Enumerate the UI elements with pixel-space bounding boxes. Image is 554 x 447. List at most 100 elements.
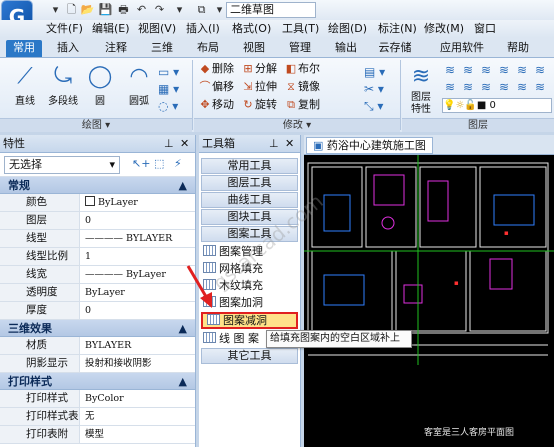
prop-row[interactable]: 打印样式 ByColor [0, 390, 195, 408]
drawing-tab[interactable]: ▣ 药浴中心建筑施工图 [306, 137, 433, 154]
menu-edit[interactable]: 编辑(E) [92, 21, 130, 36]
prop-row[interactable]: 线型 ———— BYLAYER [0, 230, 195, 248]
layer-tool-icon[interactable]: ≋ [496, 81, 512, 93]
hatch-icon[interactable]: ▦ ▾ [158, 81, 186, 98]
pin-icon[interactable]: ⊥ [269, 135, 279, 153]
stretch-button[interactable]: ⇲ 拉伸 [241, 80, 277, 93]
open-folder-icon[interactable]: 📂 [80, 2, 95, 17]
toolbox-category[interactable]: 图层工具 [201, 175, 298, 191]
select-objects-icon[interactable]: ⬚ [154, 157, 164, 170]
dropdown-icon[interactable]: ▾ [172, 2, 187, 17]
layer-tool-icon[interactable]: ≋ [478, 64, 494, 76]
menu-insert[interactable]: 插入(I) [186, 21, 220, 36]
polyline-button[interactable]: ⤿ 多段线 [42, 62, 84, 107]
layer-tool-icon[interactable]: ≋ [460, 64, 476, 76]
toolbox-item-selected[interactable]: 图案减洞 [201, 312, 298, 329]
prop-row[interactable]: 打印样式表无 [0, 408, 195, 426]
array-icon[interactable]: ▤ ▾ [364, 64, 400, 81]
layer-tool-icon[interactable]: ≋ [514, 81, 530, 93]
redo-icon[interactable]: ↷ [152, 2, 167, 17]
tab-insert[interactable]: 插入 [50, 40, 86, 57]
tab-output[interactable]: 输出 [328, 40, 364, 57]
prop-row[interactable]: 线型比例 1 [0, 248, 195, 266]
document-title-field[interactable]: 二维草图 [226, 2, 316, 18]
pin-icon[interactable]: ⊥ [164, 135, 174, 153]
trim-icon[interactable]: ✂ ▾ [364, 81, 400, 98]
prop-row[interactable]: 阴影显示 投射和接收阴影 [0, 355, 195, 373]
tab-help[interactable]: 帮助 [500, 40, 536, 57]
section-3d-effects[interactable]: 三维效果 ▲ [0, 320, 195, 337]
offset-button[interactable]: ⌒ 偏移 [198, 80, 235, 93]
rectangle-icon[interactable]: ▭ ▾ [158, 64, 186, 81]
prop-row[interactable]: 厚度 0 [0, 302, 195, 320]
prop-row[interactable]: 图层 0 [0, 212, 195, 230]
layer-tool-icon[interactable]: ≋ [442, 64, 458, 76]
close-icon[interactable]: ✕ [285, 135, 294, 153]
prop-row[interactable]: 线宽 ———— ByLayer [0, 266, 195, 284]
save-icon[interactable]: 💾 [98, 2, 113, 17]
match-icon[interactable]: ⧉ [194, 2, 209, 17]
copy-button[interactable]: ⧉ 复制 [284, 98, 320, 111]
menu-window[interactable]: 窗口 [474, 21, 496, 36]
prop-row[interactable]: 颜色 ByLayer [0, 194, 195, 212]
move-button[interactable]: ✥ 移动 [198, 98, 234, 111]
tab-home[interactable]: 常用 [6, 40, 42, 57]
selection-dropdown[interactable]: 无选择 ▾ [4, 156, 120, 174]
offset-icon: ⌒ [199, 80, 211, 93]
quick-select-icon[interactable]: ⚡ [174, 157, 182, 170]
tab-apps[interactable]: 应用软件 [432, 40, 492, 57]
layer-tool-icon[interactable]: ≋ [442, 81, 458, 93]
menu-tools[interactable]: 工具(T) [282, 21, 319, 36]
mirror-button[interactable]: ⧖ 镜像 [284, 80, 320, 93]
draw-small-tools[interactable]: ▭ ▾ ▦ ▾ ◌ ▾ [158, 64, 186, 115]
line-button[interactable]: ⟋ 直线 [8, 62, 42, 107]
menu-draw[interactable]: 绘图(D) [328, 21, 367, 36]
rotate-button[interactable]: ↻ 旋转 [241, 98, 277, 111]
toolbox-category[interactable]: 曲线工具 [201, 192, 298, 208]
menu-format[interactable]: 格式(O) [232, 21, 271, 36]
layer-properties-button[interactable]: ≋ 图层特性 [406, 62, 436, 116]
toggle-pickadd-icon[interactable]: ↖+ [132, 157, 150, 170]
current-layer-name: 0 [489, 100, 496, 111]
prop-row[interactable]: 透明度 ByLayer [0, 284, 195, 302]
tab-cloud[interactable]: 云存储 [372, 40, 418, 57]
circle-button[interactable]: ◯ 圆 [86, 62, 114, 107]
layer-tool-icon[interactable]: ≋ [532, 81, 548, 93]
section-plot-style[interactable]: 打印样式 ▲ [0, 373, 195, 390]
explode-button[interactable]: ⊞ 分解 [241, 62, 277, 75]
layer-tool-icon[interactable]: ≋ [514, 64, 530, 76]
modify-small-tools[interactable]: ▤ ▾ ✂ ▾ ⤡ ▾ [364, 64, 400, 115]
layer-tool-icon[interactable]: ≋ [532, 64, 548, 76]
menu-modify[interactable]: 修改(M) [424, 21, 464, 36]
undo-icon[interactable]: ↶ [134, 2, 149, 17]
drawing-canvas[interactable]: ▪ ▪ [304, 135, 554, 447]
layer-tool-icon[interactable]: ≋ [478, 81, 494, 93]
toolbox-category[interactable]: 常用工具 [201, 158, 298, 174]
prop-row[interactable]: 打印表附 模型 [0, 426, 195, 444]
arc-button[interactable]: ◠ 圆弧 [124, 62, 154, 107]
collapse-icon[interactable]: ▾ [48, 2, 63, 17]
section-general[interactable]: 常规 ▲ [0, 177, 195, 194]
print-icon[interactable]: 🖶 [116, 2, 131, 17]
menu-file[interactable]: 文件(F) [46, 21, 83, 36]
layer-tool-icon[interactable]: ≋ [496, 64, 512, 76]
quick-access-more-icon[interactable]: ▾ [212, 2, 227, 17]
tab-3d[interactable]: 三维 [144, 40, 180, 57]
layer-dropdown[interactable]: 💡☼🔓■ 0 [442, 98, 552, 113]
scale-icon[interactable]: ⤡ ▾ [364, 98, 400, 115]
boolean-button[interactable]: ◧ 布尔 [284, 62, 320, 75]
new-file-icon[interactable]: 🗋 [64, 2, 79, 17]
prop-row[interactable]: 材质 BYLAYER [0, 337, 195, 355]
menu-view[interactable]: 视图(V) [138, 21, 176, 36]
tab-annotate[interactable]: 注释 [98, 40, 134, 57]
toolbox-category[interactable]: 其它工具 [201, 348, 298, 364]
close-icon[interactable]: ✕ [180, 135, 189, 153]
menu-dimension[interactable]: 标注(N) [378, 21, 417, 36]
tab-layout[interactable]: 布局 [190, 40, 226, 57]
erase-button[interactable]: ◆ 删除 [198, 62, 234, 75]
layer-tool-icon[interactable]: ≋ [460, 81, 476, 93]
tab-manage[interactable]: 管理 [282, 40, 318, 57]
hatch-icon [207, 314, 220, 325]
ellipse-icon[interactable]: ◌ ▾ [158, 98, 186, 115]
tab-view[interactable]: 视图 [236, 40, 272, 57]
